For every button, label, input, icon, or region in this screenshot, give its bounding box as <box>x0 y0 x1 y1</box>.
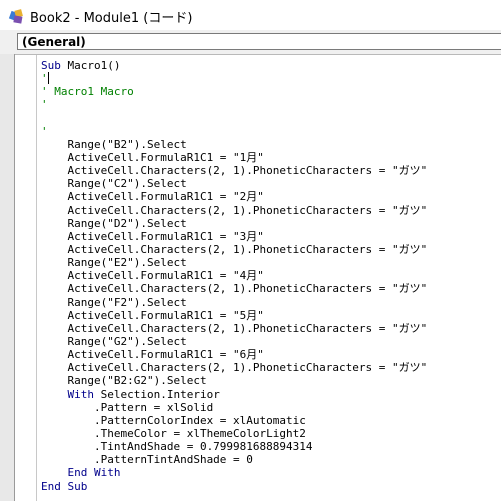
code-token: ActiveCell.Characters(2, 1).PhoneticChar… <box>41 242 428 256</box>
code-line[interactable] <box>41 112 427 125</box>
code-line[interactable]: ActiveCell.FormulaR1C1 = "2月" <box>41 190 427 203</box>
code-token: .Pattern = xlSolid <box>41 400 214 414</box>
code-token: Range("C2").Select <box>41 177 187 191</box>
object-combo-strip: (General) <box>0 30 501 55</box>
code-line[interactable]: Range("B2").Select <box>41 138 427 151</box>
window-title: Book2 - Module1 (コード) <box>30 11 193 26</box>
code-line[interactable]: ' <box>41 98 427 111</box>
code-line[interactable]: ActiveCell.Characters(2, 1).PhoneticChar… <box>41 322 427 335</box>
code-line[interactable]: .TintAndShade = 0.799981688894314 <box>41 440 427 453</box>
code-token: ActiveCell.Characters(2, 1).PhoneticChar… <box>41 164 428 178</box>
code-token: Macro1() <box>60 59 121 72</box>
code-line[interactable]: Range("G2").Select <box>41 335 427 348</box>
code-line[interactable]: ' <box>41 125 427 138</box>
code-token: .ThemeColor = xlThemeColorLight2 <box>41 426 306 440</box>
code-line[interactable]: Range("B2:G2").Select <box>41 374 427 387</box>
text-caret <box>47 72 49 85</box>
code-line[interactable]: ActiveCell.FormulaR1C1 = "3月" <box>41 230 427 243</box>
code-line[interactable]: Sub Macro1() <box>41 59 427 72</box>
code-line[interactable]: End Sub <box>41 480 427 493</box>
code-token: Range("E2").Select <box>41 256 187 270</box>
code-line[interactable]: .ThemeColor = xlThemeColorLight2 <box>41 427 427 440</box>
code-token: Range("G2").Select <box>41 334 187 348</box>
code-line[interactable]: With Selection.Interior <box>41 388 427 401</box>
code-token: .TintAndShade = 0.799981688894314 <box>41 440 313 454</box>
code-line[interactable]: .Pattern = xlSolid <box>41 401 427 414</box>
code-token: ActiveCell.FormulaR1C1 = "5月" <box>41 308 264 322</box>
code-comment: ' <box>41 98 48 112</box>
code-line[interactable]: Range("D2").Select <box>41 217 427 230</box>
code-token: ActiveCell.FormulaR1C1 = "2月" <box>41 190 264 204</box>
object-combo[interactable]: (General) <box>17 33 501 50</box>
code-line[interactable]: ActiveCell.Characters(2, 1).PhoneticChar… <box>41 282 427 295</box>
code-token: .PatternColorIndex = xlAutomatic <box>41 413 306 427</box>
code-text[interactable]: Sub Macro1() ' ' Macro1 Macro ' ' Range("B2"… <box>41 59 427 493</box>
code-token: Range("B2:G2").Select <box>41 374 207 388</box>
margin-indicator-bar[interactable] <box>15 55 37 501</box>
code-token: ActiveCell.Characters(2, 1).PhoneticChar… <box>41 203 428 217</box>
code-token: ActiveCell.Characters(2, 1).PhoneticChar… <box>41 321 428 335</box>
code-line[interactable]: ActiveCell.FormulaR1C1 = "1月" <box>41 151 427 164</box>
code-keyword: With <box>67 387 95 401</box>
code-line[interactable]: End With <box>41 466 427 479</box>
title-bar[interactable]: Book2 - Module1 (コード) <box>0 0 501 30</box>
code-line[interactable]: .PatternColorIndex = xlAutomatic <box>41 414 427 427</box>
code-line[interactable]: ' Macro1 Macro <box>41 85 427 98</box>
code-line[interactable]: Range("E2").Select <box>41 256 427 269</box>
code-comment: ' Macro1 Macro <box>41 85 134 99</box>
code-token: ActiveCell.FormulaR1C1 = "6月" <box>41 348 264 362</box>
code-comment: ' <box>41 124 48 138</box>
code-token: ActiveCell.Characters(2, 1).PhoneticChar… <box>41 282 428 296</box>
code-token: Selection.Interior <box>94 387 220 401</box>
code-line[interactable]: ActiveCell.FormulaR1C1 = "6月" <box>41 348 427 361</box>
code-token: ActiveCell.FormulaR1C1 = "1月" <box>41 150 264 164</box>
code-keyword: Sub <box>41 59 61 72</box>
code-token: Range("B2").Select <box>41 137 187 151</box>
code-line[interactable]: ActiveCell.Characters(2, 1).PhoneticChar… <box>41 204 427 217</box>
code-line[interactable]: ActiveCell.FormulaR1C1 = "4月" <box>41 269 427 282</box>
code-line[interactable]: Range("F2").Select <box>41 296 427 309</box>
object-combo-value: (General) <box>22 35 86 49</box>
code-keyword: End Sub <box>41 479 88 493</box>
vba-editor-icon[interactable] <box>8 7 26 25</box>
code-token: Range("D2").Select <box>41 216 187 230</box>
code-line[interactable]: .PatternTintAndShade = 0 <box>41 453 427 466</box>
code-line[interactable]: ActiveCell.Characters(2, 1).PhoneticChar… <box>41 243 427 256</box>
code-token: ActiveCell.FormulaR1C1 = "4月" <box>41 269 264 283</box>
code-token: ActiveCell.Characters(2, 1).PhoneticChar… <box>41 361 428 375</box>
window-left-edge <box>0 54 15 501</box>
code-line[interactable]: ActiveCell.Characters(2, 1).PhoneticChar… <box>41 164 427 177</box>
code-token: .PatternTintAndShade = 0 <box>41 453 253 467</box>
code-token: ActiveCell.FormulaR1C1 = "3月" <box>41 229 264 243</box>
code-line[interactable]: ActiveCell.Characters(2, 1).PhoneticChar… <box>41 361 427 374</box>
code-keyword: End With <box>67 466 121 480</box>
code-line[interactable]: ActiveCell.FormulaR1C1 = "5月" <box>41 309 427 322</box>
code-line[interactable]: ' <box>41 72 427 85</box>
code-token: Range("F2").Select <box>41 295 187 309</box>
code-editor[interactable]: Sub Macro1() ' ' Macro1 Macro ' ' Range("B2"… <box>37 55 501 501</box>
code-line[interactable]: Range("C2").Select <box>41 177 427 190</box>
code-comment: ' <box>41 72 48 86</box>
